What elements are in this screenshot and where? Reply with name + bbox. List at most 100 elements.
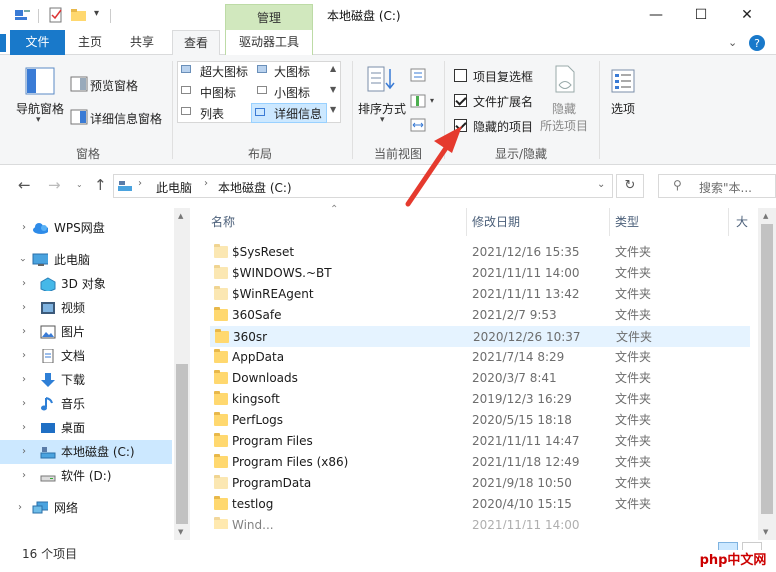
file-row[interactable]: kingsoft 2019/12/3 16:29 文件夹 [210, 389, 750, 410]
recent-locations-icon[interactable]: ⌄ [76, 180, 83, 189]
chevron-right-icon[interactable]: › [22, 392, 26, 416]
column-divider[interactable] [609, 208, 610, 236]
scroll-up-icon[interactable]: ▲ [763, 212, 768, 220]
help-icon[interactable]: ? [748, 34, 766, 52]
chevron-right-icon[interactable]: › [22, 368, 26, 392]
file-row[interactable]: Program Files (x86) 2021/11/18 12:49 文件夹 [210, 452, 750, 473]
preview-pane-button[interactable]: 预览窗格 [90, 77, 138, 94]
column-divider[interactable] [466, 208, 467, 236]
file-row-hover[interactable]: 360sr 2020/12/26 10:37 文件夹 [210, 326, 750, 347]
nav-item-wps[interactable]: › WPS网盘 [0, 216, 172, 240]
chevron-right-icon[interactable]: › [22, 320, 26, 344]
layout-details[interactable]: 详细信息 [274, 105, 322, 122]
nav-item-local-disk-c[interactable]: › 本地磁盘 (C:) [0, 440, 172, 464]
chevron-right-icon[interactable]: › [22, 296, 26, 320]
forward-arrow-icon[interactable]: → [48, 176, 61, 194]
layout-list[interactable]: 列表 [200, 105, 224, 122]
nav-item-software-d[interactable]: › 软件 (D:) [0, 464, 172, 488]
navigation-pane-icon[interactable] [25, 67, 55, 95]
properties-icon[interactable] [48, 7, 64, 23]
gallery-scroll-up-icon[interactable]: ▲ [330, 64, 336, 73]
chevron-right-icon[interactable]: › [22, 464, 26, 488]
nav-scrollbar[interactable]: ▲ ▼ [174, 208, 190, 540]
chevron-right-icon[interactable]: › [22, 416, 26, 440]
nav-item-pictures[interactable]: › 图片 [0, 320, 172, 344]
search-box[interactable]: ⚲ 搜索"本... [658, 174, 776, 198]
tab-home[interactable]: 主页 [68, 30, 112, 55]
file-row[interactable]: ProgramData 2021/9/18 10:50 文件夹 [210, 473, 750, 494]
file-row[interactable]: $SysReset 2021/12/16 15:35 文件夹 [210, 242, 750, 263]
gallery-scroll-down-icon[interactable]: ▼ [330, 85, 336, 94]
column-header-name[interactable]: 名称 [211, 208, 235, 236]
nav-item-videos[interactable]: › 视频 [0, 296, 172, 320]
scroll-down-icon[interactable]: ▼ [763, 528, 768, 536]
breadcrumb-sep-icon[interactable]: › [204, 178, 208, 189]
file-row[interactable]: Program Files 2021/11/11 14:47 文件夹 [210, 431, 750, 452]
hidden-items-label[interactable]: 隐藏的项目 [473, 118, 533, 135]
file-row[interactable]: Downloads 2020/3/7 8:41 文件夹 [210, 368, 750, 389]
nav-item-downloads[interactable]: › 下载 [0, 368, 172, 392]
minimize-button[interactable]: — [633, 0, 679, 30]
file-row[interactable]: PerfLogs 2020/5/15 18:18 文件夹 [210, 410, 750, 431]
item-checkboxes-checkbox[interactable] [454, 69, 467, 82]
file-row[interactable]: testlog 2020/4/10 15:15 文件夹 [210, 494, 750, 515]
sort-by-icon[interactable] [366, 65, 396, 93]
chevron-right-icon[interactable]: › [18, 496, 22, 520]
hide-selected-icon[interactable] [554, 65, 576, 93]
column-divider[interactable] [728, 208, 729, 236]
chevron-right-icon[interactable]: › [22, 440, 26, 464]
context-tab-manage[interactable]: 管理 [225, 4, 313, 31]
group-by-icon[interactable] [410, 67, 430, 83]
chevron-right-icon[interactable]: › [22, 344, 26, 368]
tab-share[interactable]: 共享 [120, 30, 164, 55]
list-scroll-thumb[interactable] [761, 224, 773, 514]
maximize-button[interactable]: ☐ [678, 0, 724, 30]
collapse-ribbon-icon[interactable]: ⌄ [728, 36, 737, 49]
breadcrumb-sep-icon[interactable]: › [138, 178, 142, 189]
tab-file[interactable]: 文件 [10, 30, 65, 55]
back-arrow-icon[interactable]: ← [18, 176, 31, 194]
chevron-right-icon[interactable]: › [22, 272, 26, 296]
hidden-items-checkbox[interactable] [454, 119, 467, 132]
hide-selected-label-2[interactable]: 所选项目 [540, 117, 588, 134]
layout-large-icons[interactable]: 大图标 [274, 63, 310, 80]
address-dropdown-icon[interactable]: ⌄ [597, 179, 605, 190]
nav-item-documents[interactable]: › 文档 [0, 344, 172, 368]
qat-dropdown-icon[interactable]: ▾ [94, 8, 99, 19]
layout-small-icons[interactable]: 小图标 [274, 84, 310, 101]
file-extensions-label[interactable]: 文件扩展名 [473, 93, 533, 110]
item-checkboxes-label[interactable]: 项目复选框 [473, 68, 533, 85]
new-folder-icon[interactable] [70, 7, 88, 23]
sort-by-dropdown-icon[interactable]: ▾ [380, 115, 385, 125]
breadcrumb-local-disk[interactable]: 本地磁盘 (C:) [218, 179, 292, 196]
list-scrollbar[interactable]: ▲ ▼ [758, 208, 776, 540]
scroll-up-icon[interactable]: ▲ [178, 212, 183, 220]
column-header-size[interactable]: 大 [736, 208, 748, 236]
tab-drive-tools[interactable]: 驱动器工具 [225, 30, 313, 55]
size-columns-icon[interactable] [410, 117, 430, 133]
navigation-pane-dropdown-icon[interactable]: ▾ [36, 115, 41, 125]
file-row-partial[interactable]: Wind... 2021/11/11 14:00 [210, 515, 750, 529]
column-header-date[interactable]: 修改日期 [472, 208, 520, 236]
nav-item-3d-objects[interactable]: › 3D 对象 [0, 272, 172, 296]
options-button[interactable]: 选项 [611, 100, 635, 117]
nav-item-network[interactable]: › 网络 [0, 496, 172, 520]
address-bar[interactable]: › 此电脑 › 本地磁盘 (C:) ⌄ [113, 174, 613, 198]
breadcrumb-this-pc[interactable]: 此电脑 [156, 179, 192, 196]
scroll-down-icon[interactable]: ▼ [178, 528, 183, 536]
up-arrow-icon[interactable]: ↑ [94, 176, 107, 194]
search-input[interactable]: 搜索"本... [699, 179, 752, 196]
preview-pane-icon[interactable] [70, 76, 88, 92]
add-columns-icon[interactable]: ▾ [410, 93, 434, 109]
layout-extra-large-icons[interactable]: 超大图标 [200, 63, 248, 80]
file-row[interactable]: 360Safe 2021/2/7 9:53 文件夹 [210, 305, 750, 326]
file-row[interactable]: $WINDOWS.~BT 2021/11/11 14:00 文件夹 [210, 263, 750, 284]
options-icon[interactable] [610, 68, 638, 96]
column-header-type[interactable]: 类型 [615, 208, 639, 236]
chevron-right-icon[interactable]: › [22, 216, 26, 240]
file-row[interactable]: AppData 2021/7/14 8:29 文件夹 [210, 347, 750, 368]
nav-scroll-thumb[interactable] [176, 364, 188, 524]
close-button[interactable]: ✕ [724, 0, 770, 30]
details-pane-icon[interactable] [70, 109, 88, 125]
refresh-icon[interactable]: ↻ [616, 174, 644, 198]
